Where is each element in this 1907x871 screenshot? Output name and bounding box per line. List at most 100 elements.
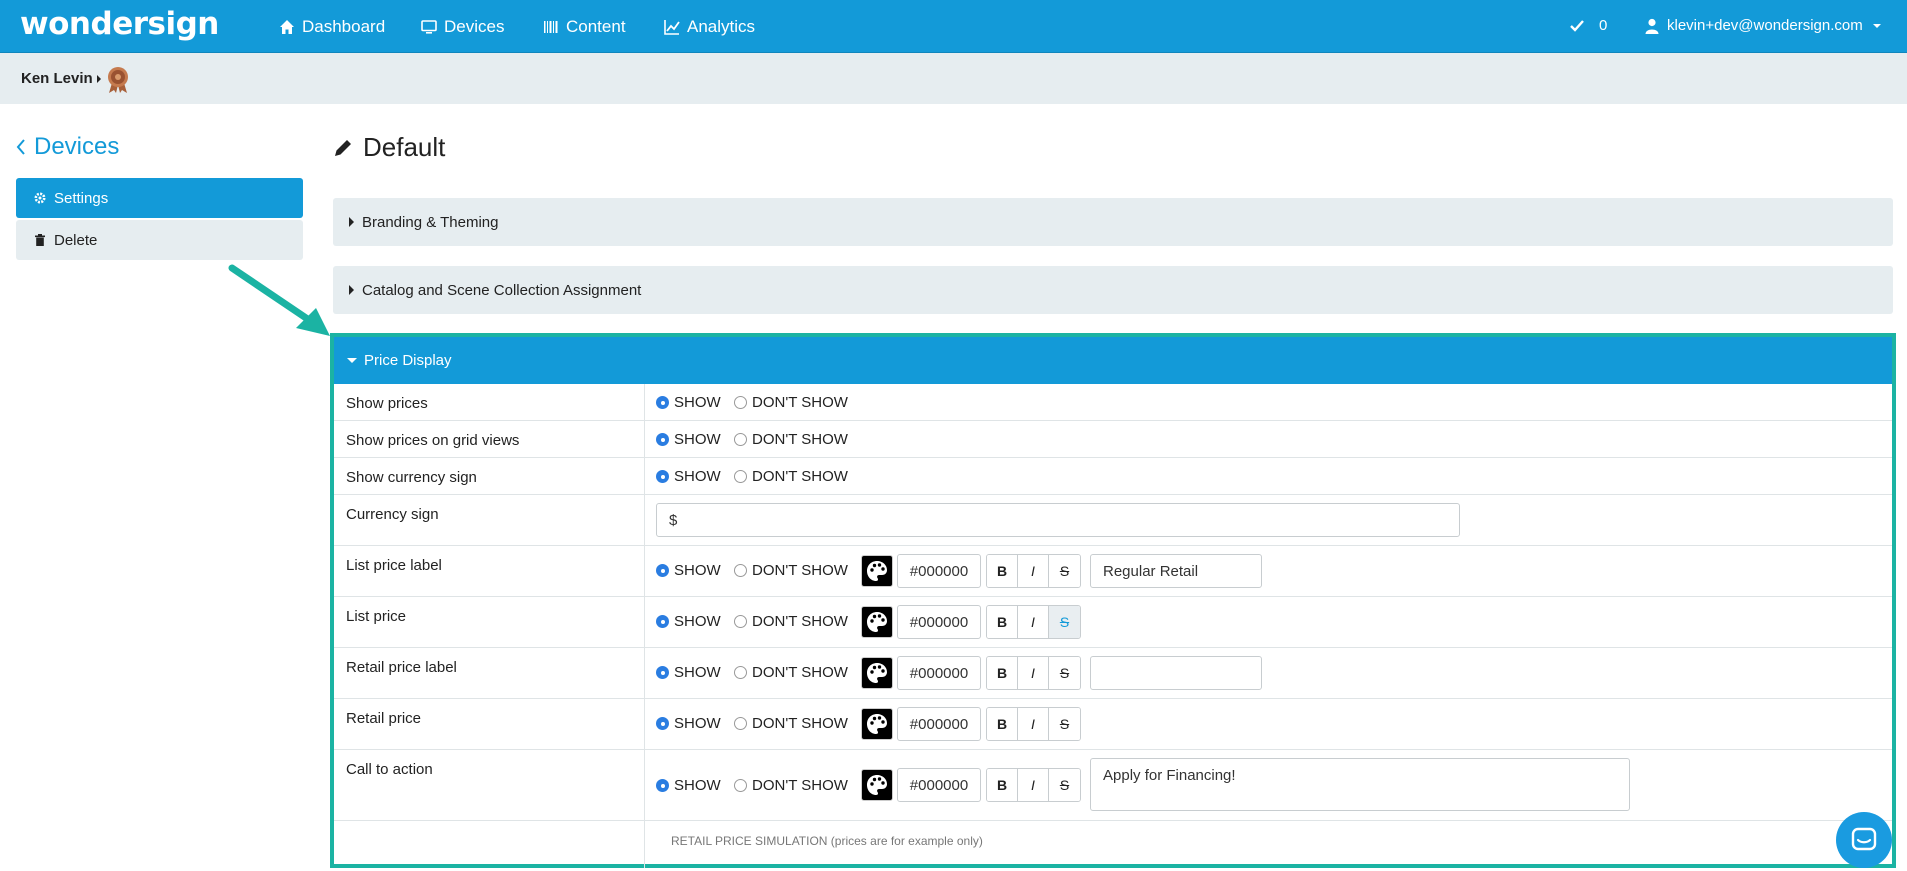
radio-show[interactable]: SHOW — [656, 613, 721, 630]
radio-dont-show[interactable]: DON'T SHOW — [734, 613, 848, 630]
nav-dashboard[interactable]: Dashboard — [279, 17, 385, 37]
setting-label: Currency sign — [346, 506, 439, 523]
setting-row-retail-price: Retail price SHOW DON'T SHOW #000000 B I… — [334, 699, 1892, 750]
caret-right-icon — [349, 285, 354, 295]
bold-button[interactable]: B — [987, 606, 1018, 638]
bold-button[interactable]: B — [987, 555, 1018, 587]
account-switcher[interactable]: Ken Levin — [21, 70, 101, 87]
top-navbar: wondersign Dashboard Devices Content Ana… — [0, 0, 1907, 53]
radio-dont-show[interactable]: DON'T SHOW — [734, 777, 848, 794]
retail-price-label-input[interactable] — [1090, 656, 1262, 690]
radio-dont-show[interactable]: DON'T SHOW — [734, 431, 848, 448]
sidebar-item-delete[interactable]: Delete — [16, 220, 303, 260]
notifications-count: 0 — [1599, 17, 1608, 34]
radio-dont-show[interactable]: DON'T SHOW — [734, 394, 848, 411]
chat-icon — [1851, 827, 1877, 851]
sidebar-item-settings[interactable]: Settings — [16, 178, 303, 218]
currency-sign-input[interactable]: $ — [656, 503, 1460, 537]
color-picker-button[interactable] — [861, 657, 893, 689]
user-email: klevin+dev@wondersign.com — [1667, 17, 1863, 34]
color-picker-button[interactable] — [861, 606, 893, 638]
setting-row-simulation: RETAIL PRICE SIMULATION (prices are for … — [334, 821, 1892, 868]
radio-dont-show[interactable]: DON'T SHOW — [734, 468, 848, 485]
radio-show[interactable]: SHOW — [656, 664, 721, 681]
color-hex-input[interactable]: #000000 — [897, 707, 981, 741]
nav-analytics[interactable]: Analytics — [664, 17, 755, 37]
nav-devices-label: Devices — [444, 17, 505, 36]
color-picker-button[interactable] — [861, 769, 893, 801]
palette-icon — [867, 714, 887, 734]
nav-devices[interactable]: Devices — [421, 17, 504, 37]
radio-show[interactable]: SHOW — [656, 715, 721, 732]
italic-button[interactable]: I — [1018, 555, 1049, 587]
color-picker-button[interactable] — [861, 555, 893, 587]
award-badge-icon — [108, 67, 128, 93]
panel-branding-theming[interactable]: Branding & Theming — [333, 198, 1893, 246]
bold-button[interactable]: B — [987, 657, 1018, 689]
color-hex-input[interactable]: #000000 — [897, 768, 981, 802]
setting-label: Show prices on grid views — [346, 432, 520, 449]
strike-button[interactable]: S — [1049, 657, 1080, 689]
setting-label: Show prices — [346, 395, 428, 412]
radio-show[interactable]: SHOW — [656, 562, 721, 579]
page-title-text: Default — [363, 132, 446, 162]
panel-catalog-assignment[interactable]: Catalog and Scene Collection Assignment — [333, 266, 1893, 314]
list-price-label-input[interactable]: Regular Retail — [1090, 554, 1262, 588]
chat-launcher-button[interactable] — [1836, 812, 1892, 868]
call-to-action-textarea[interactable]: Apply for Financing! — [1090, 758, 1630, 811]
setting-label: Retail price — [346, 710, 422, 727]
nav-content[interactable]: Content — [543, 17, 626, 37]
strike-button[interactable]: S — [1049, 708, 1080, 740]
text-format-group: B I S — [986, 707, 1081, 741]
bold-button[interactable]: B — [987, 708, 1018, 740]
bold-button[interactable]: B — [987, 769, 1018, 801]
wondersign-logo[interactable]: wondersign — [20, 6, 219, 42]
italic-button[interactable]: I — [1018, 769, 1049, 801]
home-icon — [280, 20, 294, 34]
radio-dont-show[interactable]: DON'T SHOW — [734, 664, 848, 681]
caret-down-icon — [347, 358, 357, 363]
radio-dont-show[interactable]: DON'T SHOW — [734, 715, 848, 732]
chevron-down-icon — [1872, 23, 1881, 28]
italic-button[interactable]: I — [1018, 708, 1049, 740]
color-hex-input[interactable]: #000000 — [897, 656, 981, 690]
chevron-left-icon — [16, 139, 25, 155]
nav-content-label: Content — [566, 17, 626, 36]
chart-icon — [664, 20, 680, 35]
color-hex-input[interactable]: #000000 — [897, 554, 981, 588]
user-menu[interactable]: klevin+dev@wondersign.com — [1645, 17, 1881, 34]
sidebar-item-label: Settings — [54, 189, 109, 207]
back-to-devices-link[interactable]: Devices — [16, 133, 119, 161]
price-display-header[interactable]: Price Display — [334, 337, 1892, 384]
color-hex-input[interactable]: #000000 — [897, 605, 981, 639]
sidebar-item-label: Delete — [54, 231, 98, 249]
radio-show[interactable]: SHOW — [656, 431, 721, 448]
notifications[interactable]: 0 — [1569, 17, 1607, 34]
page-title: Default — [333, 132, 445, 163]
palette-icon — [867, 775, 887, 795]
setting-row-call-to-action: Call to action SHOW DON'T SHOW #000000 B… — [334, 750, 1892, 821]
italic-button[interactable]: I — [1018, 657, 1049, 689]
palette-icon — [867, 561, 887, 581]
strike-button[interactable]: S — [1049, 769, 1080, 801]
simulation-note: RETAIL PRICE SIMULATION (prices are for … — [671, 834, 983, 848]
setting-row-show-prices: Show prices SHOW DON'T SHOW — [334, 384, 1892, 421]
setting-row-show-currency-sign: Show currency sign SHOW DON'T SHOW — [334, 458, 1892, 495]
text-format-group: B I S — [986, 554, 1081, 588]
panel-label: Branding & Theming — [362, 213, 499, 231]
setting-row-currency-sign: Currency sign $ — [334, 495, 1892, 546]
radio-show[interactable]: SHOW — [656, 468, 721, 485]
strike-button[interactable]: S — [1049, 606, 1080, 638]
trash-icon — [35, 234, 45, 246]
radio-dont-show[interactable]: DON'T SHOW — [734, 562, 848, 579]
strike-button[interactable]: S — [1049, 555, 1080, 587]
palette-icon — [867, 612, 887, 632]
italic-button[interactable]: I — [1018, 606, 1049, 638]
radio-show[interactable]: SHOW — [656, 394, 721, 411]
caret-right-icon — [349, 217, 354, 227]
back-label: Devices — [34, 133, 120, 160]
setting-row-list-price: List price SHOW DON'T SHOW #000000 B I S — [334, 597, 1892, 648]
color-picker-button[interactable] — [861, 708, 893, 740]
radio-show[interactable]: SHOW — [656, 777, 721, 794]
context-bar: Ken Levin — [0, 53, 1907, 104]
